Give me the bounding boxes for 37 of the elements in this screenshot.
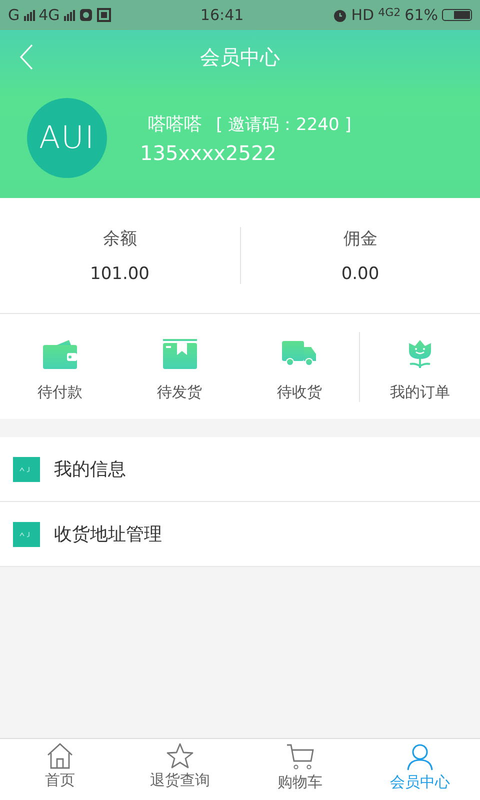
page-title: 会员中心 — [200, 44, 280, 70]
alarm-icon — [333, 8, 348, 22]
image-icon — [13, 522, 40, 546]
box-icon — [162, 338, 197, 368]
signal-label: 4G — [38, 6, 60, 24]
stat-value: 0.00 — [341, 264, 380, 284]
cart-icon — [286, 743, 314, 771]
signal-label: G — [8, 6, 20, 24]
battery-percent: 61% — [404, 6, 438, 24]
app-icon — [78, 8, 93, 22]
image-icon — [13, 456, 40, 482]
user-icon — [406, 743, 434, 771]
tab[interactable]: 首页 — [0, 739, 120, 800]
stat-label: 佣金 — [343, 228, 378, 250]
avatar: AUI — [27, 98, 107, 178]
stat-label: 余额 — [102, 228, 137, 250]
star-icon — [166, 743, 194, 769]
order-status-button[interactable]: 待发货 — [120, 332, 240, 402]
order-status-button[interactable]: 待收货 — [240, 332, 360, 402]
phone-number: 135xxxx2522 — [140, 140, 278, 164]
tab[interactable]: 退货查询 — [120, 739, 240, 800]
home-icon — [46, 743, 74, 769]
order-status-button[interactable]: 我的订单 — [359, 332, 480, 402]
stat-value: 101.00 — [90, 264, 150, 284]
truck-icon — [282, 340, 316, 366]
hd-label: HD — [351, 6, 374, 24]
app-icon — [96, 8, 111, 22]
invite-code: [ 邀请码：2240 ] — [216, 114, 352, 136]
status-time: 16:41 — [200, 6, 244, 24]
wallet-icon — [42, 338, 77, 368]
battery-icon — [442, 9, 472, 21]
user-name: 嗒嗒嗒 — [148, 112, 202, 136]
order-status-button[interactable]: 待付款 — [0, 332, 120, 402]
network-label: 4G2 — [378, 6, 401, 19]
signal-icon — [24, 10, 35, 20]
tab[interactable]: 购物车 — [240, 739, 360, 800]
signal-icon — [64, 10, 75, 20]
